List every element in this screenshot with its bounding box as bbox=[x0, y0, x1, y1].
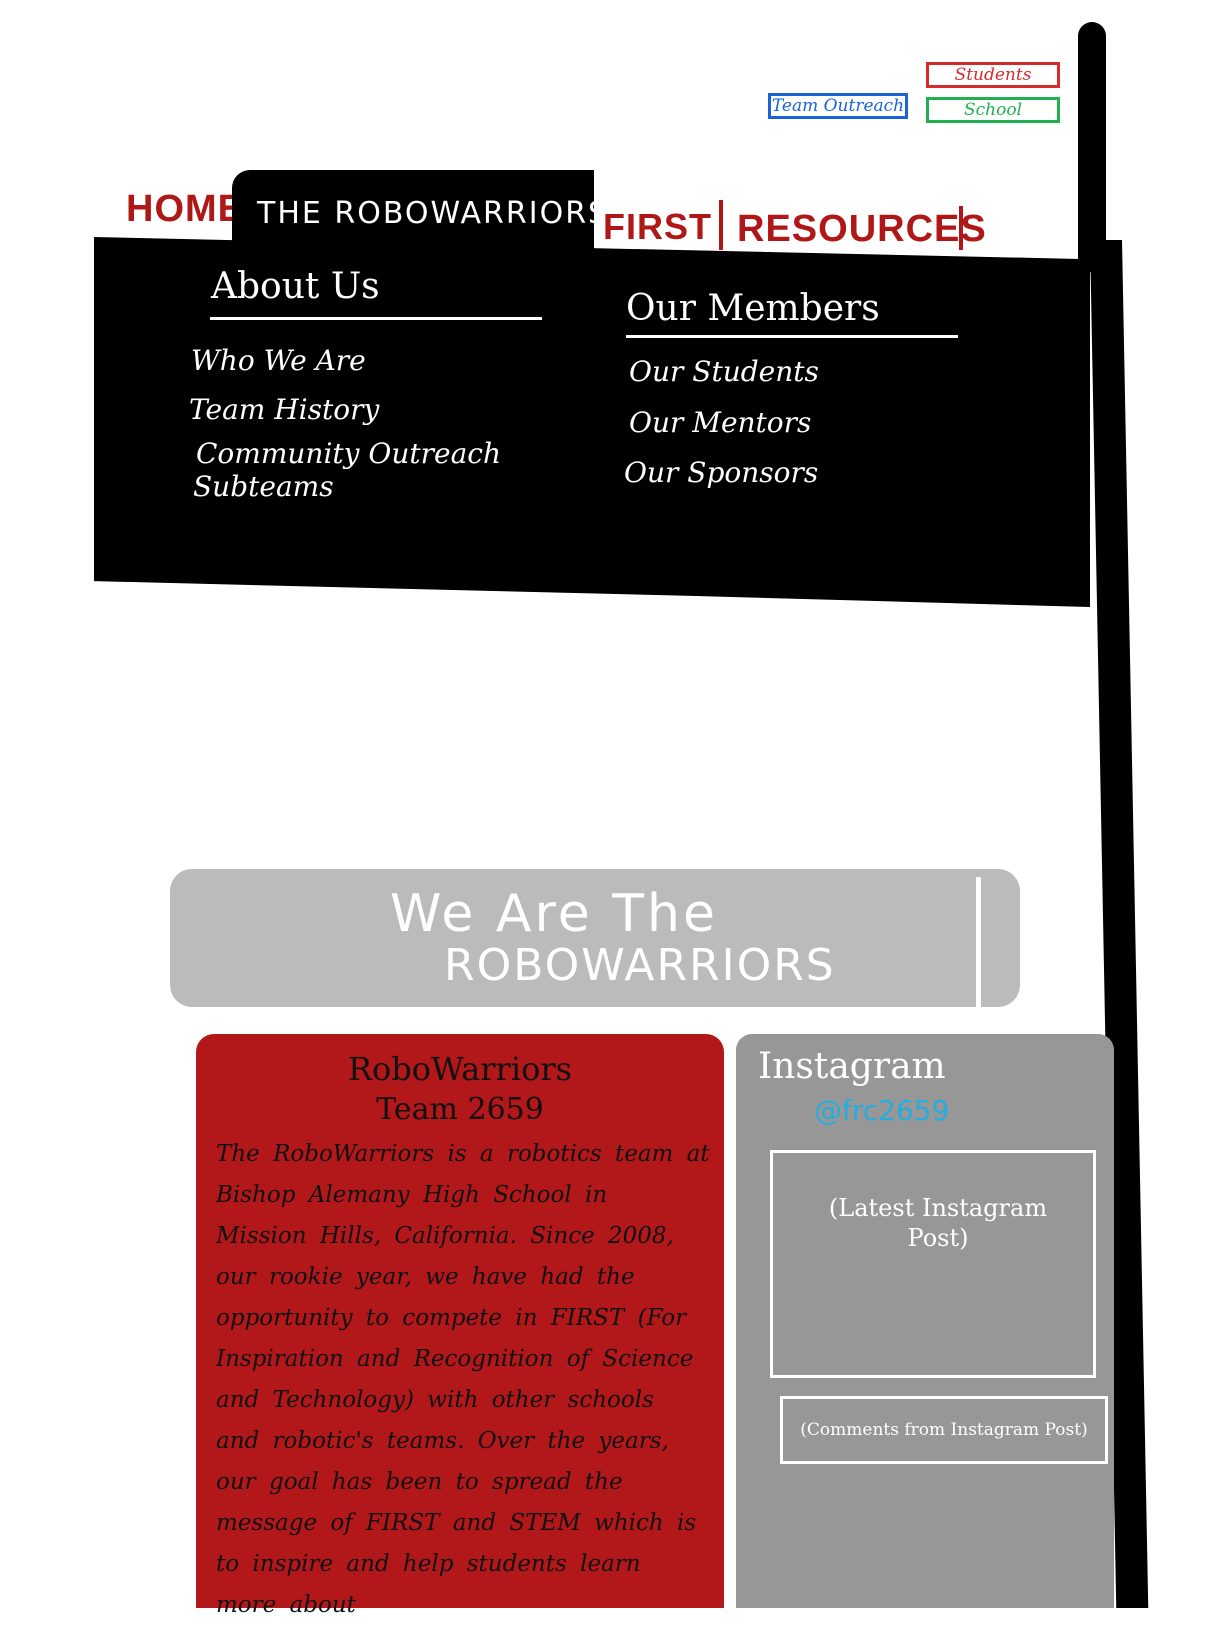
about-card: RoboWarriors Team 2659 The RoboWarriors … bbox=[196, 1034, 724, 1618]
instagram-post-placeholder: (Latest Instagram Post) bbox=[828, 1194, 1048, 1252]
school-link[interactable]: School bbox=[926, 97, 1060, 123]
nav-the-robowarriors[interactable]: THE ROBOWARRIORS bbox=[257, 196, 609, 231]
instagram-latest-post[interactable]: (Latest Instagram Post) bbox=[770, 1150, 1096, 1378]
about-us-underline bbox=[210, 317, 542, 320]
about-us-heading: About Us bbox=[211, 266, 380, 307]
nav-resources[interactable]: RESOURCES bbox=[737, 208, 987, 251]
students-link[interactable]: Students bbox=[926, 62, 1060, 88]
nav-separator bbox=[959, 206, 963, 250]
instagram-title: Instagram bbox=[758, 1046, 946, 1087]
about-card-subtitle: Team 2659 bbox=[376, 1092, 544, 1127]
nav-separator bbox=[719, 200, 723, 250]
instagram-comments: (Comments from Instagram Post) bbox=[780, 1396, 1108, 1464]
instagram-handle-link[interactable]: @frc2659 bbox=[814, 1094, 949, 1127]
menu-item-community-outreach[interactable]: Community Outreach bbox=[196, 437, 501, 470]
menu-item-our-sponsors[interactable]: Our Sponsors bbox=[624, 456, 818, 489]
about-card-body: The RoboWarriors is a robotics team at B… bbox=[216, 1141, 710, 1618]
about-card-title: RoboWarriors bbox=[347, 1050, 573, 1088]
our-members-heading: Our Members bbox=[626, 288, 880, 329]
hero-title-line1: We Are The bbox=[390, 884, 718, 944]
menu-item-who-we-are[interactable]: Who We Are bbox=[191, 344, 366, 377]
menu-item-our-students[interactable]: Our Students bbox=[629, 355, 819, 388]
menu-item-our-mentors[interactable]: Our Mentors bbox=[629, 406, 811, 439]
team-outreach-link[interactable]: Team Outreach bbox=[768, 93, 908, 119]
flag-pole-top bbox=[1078, 22, 1106, 272]
menu-item-subteams[interactable]: Subteams bbox=[193, 470, 334, 503]
nav-home[interactable]: HOME bbox=[126, 188, 244, 231]
hero-divider bbox=[976, 877, 981, 1007]
hero-title-line2: ROBOWARRIORS bbox=[444, 940, 836, 991]
instagram-card: Instagram @frc2659 (Latest Instagram Pos… bbox=[736, 1034, 1114, 1608]
menu-item-team-history[interactable]: Team History bbox=[189, 393, 379, 426]
our-members-underline bbox=[626, 335, 958, 338]
nav-first[interactable]: FIRST bbox=[603, 206, 712, 248]
